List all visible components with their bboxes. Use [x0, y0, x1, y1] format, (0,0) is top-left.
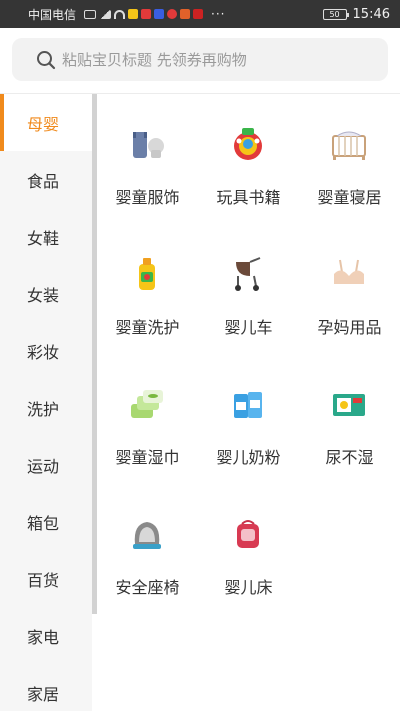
category-label: 婴童洗护 [115, 318, 180, 337]
sidebar-item-makeup[interactable]: 彩妆 [0, 322, 92, 379]
sidebar-item-label: 箱包 [26, 513, 59, 533]
carrier-label: 中国电信 [28, 7, 77, 22]
category-label: 婴童湿巾 [115, 448, 180, 467]
category-baby-wipes[interactable]: 婴童湿巾 [97, 354, 198, 484]
sidebar-item-general-goods[interactable]: 百货 [0, 550, 92, 607]
hd-icon [84, 9, 97, 19]
category-label: 婴儿床 [224, 578, 273, 597]
category-maternity[interactable]: 孕妈用品 [299, 224, 400, 354]
sidebar-item-food[interactable]: 食品 [0, 151, 92, 208]
category-baby-bedding[interactable]: 婴童寝居 [299, 94, 400, 224]
sidebar-item-label: 母婴 [26, 114, 59, 134]
category-toys-books[interactable]: 玩具书籍 [198, 94, 299, 224]
sidebar-item-womens-clothing[interactable]: 女装 [0, 265, 92, 322]
sidebar-item-label: 家居 [26, 684, 59, 704]
category-baby-wash[interactable]: 婴童洗护 [97, 224, 198, 354]
category-label: 婴童服饰 [115, 188, 180, 207]
category-label: 安全座椅 [115, 578, 180, 597]
sidebar-item-home[interactable]: 家居 [0, 664, 92, 711]
category-milk-powder[interactable]: 婴儿奶粉 [198, 354, 299, 484]
sidebar-item-label: 洗护 [26, 399, 59, 419]
search-input[interactable]: 粘贴宝贝标题 先领券再购物 [12, 38, 388, 81]
search-icon [36, 50, 56, 70]
app-notification-icon [128, 9, 139, 19]
category-label: 孕妈用品 [317, 318, 382, 337]
crib-icon [329, 124, 369, 164]
wet-wipes-icon [127, 384, 167, 424]
wifi-icon [114, 9, 126, 19]
signal-icon [99, 9, 112, 19]
category-label: 婴儿车 [224, 318, 273, 337]
sidebar-item-label: 运动 [26, 456, 59, 476]
sidebar-item-bags[interactable]: 箱包 [0, 493, 92, 550]
status-bar: 中国电信 ··· 50 15:46 [0, 0, 400, 28]
sidebar-item-label: 女鞋 [26, 228, 59, 248]
battery-level: 50 [329, 9, 340, 19]
category-label: 尿不湿 [325, 448, 374, 467]
stroller-icon [228, 254, 268, 294]
baby-bed-icon [228, 514, 268, 554]
sidebar-item-sports[interactable]: 运动 [0, 436, 92, 493]
category-label: 婴儿奶粉 [216, 448, 281, 467]
baby-wash-icon [127, 254, 167, 294]
sidebar-item-label: 女装 [26, 285, 59, 305]
app-notification-icon [141, 9, 152, 19]
category-sidebar: 母婴 食品 女鞋 女装 彩妆 洗护 运动 箱包 百货 家电 家居 [0, 94, 92, 711]
category-baby-clothes[interactable]: 婴童服饰 [97, 94, 198, 224]
diaper-icon [329, 384, 369, 424]
category-label: 婴童寝居 [317, 188, 382, 207]
search-bar: 粘贴宝贝标题 先领券再购物 [0, 28, 400, 94]
category-label: 玩具书籍 [216, 188, 281, 207]
clock: 15:46 [352, 6, 390, 22]
category-stroller[interactable]: 婴儿车 [198, 224, 299, 354]
search-placeholder: 粘贴宝贝标题 先领券再购物 [62, 51, 247, 69]
app-notification-icon [193, 9, 204, 19]
car-seat-icon [127, 514, 167, 554]
milk-powder-icon [228, 384, 268, 424]
sidebar-item-womens-shoes[interactable]: 女鞋 [0, 208, 92, 265]
category-diapers[interactable]: 尿不湿 [299, 354, 400, 484]
sidebar-item-label: 彩妆 [26, 342, 59, 362]
maternity-bra-icon [329, 254, 369, 294]
battery-icon: 50 [322, 8, 349, 20]
category-baby-bed[interactable]: 婴儿床 [198, 484, 299, 614]
sidebar-item-label: 食品 [26, 171, 59, 191]
subcategory-grid: 婴童服饰 玩具书籍 婴童寝居 婴童洗护 婴儿车 孕妈用品 婴童湿巾 婴儿奶粉 尿… [97, 94, 400, 711]
app-notification-icon [167, 9, 178, 19]
category-car-seat[interactable]: 安全座椅 [97, 484, 198, 614]
sidebar-item-label: 百货 [26, 570, 59, 590]
status-icons [84, 9, 204, 19]
baby-clothes-icon [127, 124, 167, 164]
more-notifications-indicator: ··· [211, 7, 226, 21]
toy-icon [228, 124, 268, 164]
sidebar-item-label: 家电 [26, 627, 59, 647]
app-notification-icon [180, 9, 191, 19]
sidebar-item-wash-care[interactable]: 洗护 [0, 379, 92, 436]
app-notification-icon [154, 9, 165, 19]
sidebar-item-mother-baby[interactable]: 母婴 [0, 94, 92, 151]
sidebar-item-appliances[interactable]: 家电 [0, 607, 92, 664]
